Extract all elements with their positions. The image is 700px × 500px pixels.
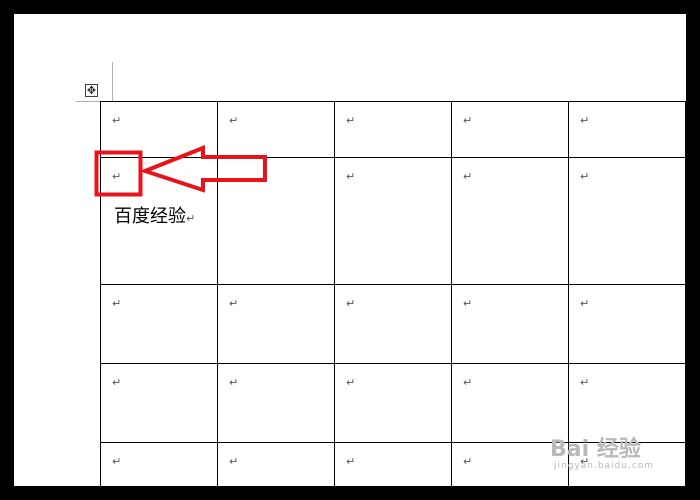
paragraph-mark-icon: ↵	[112, 114, 122, 127]
paragraph-mark-icon: ↵	[580, 297, 590, 310]
table-cell[interactable]: ↵	[451, 157, 569, 285]
screenshot-frame: ✥ ↵ ↵ ↵ ↵ ↵ ↵ 百度经验↵ ↵ ↵ ↵ ↵ ↵ ↵ ↵ ↵ ↵ ↵ …	[0, 0, 700, 500]
paragraph-mark-icon: ↵	[229, 114, 239, 127]
table-cell[interactable]: ↵	[568, 284, 686, 364]
document-table[interactable]: ↵ ↵ ↵ ↵ ↵ ↵ 百度经验↵ ↵ ↵ ↵ ↵ ↵ ↵ ↵ ↵ ↵ ↵ ↵ …	[100, 101, 686, 486]
table-cell[interactable]: ↵	[334, 442, 452, 486]
table-cell[interactable]: ↵	[334, 363, 452, 443]
paragraph-mark-icon: ↵	[346, 170, 356, 183]
table-cell[interactable]: ↵	[100, 442, 218, 486]
table-cell[interactable]: ↵	[100, 363, 218, 443]
paragraph-mark-icon: ↵	[112, 297, 122, 310]
paragraph-mark-icon: ↵	[112, 170, 122, 183]
table-cell[interactable]: ↵	[568, 101, 686, 158]
table-cell[interactable]: ↵	[568, 363, 686, 443]
table-cell[interactable]: ↵	[334, 101, 452, 158]
table-cell[interactable]	[217, 157, 335, 285]
paragraph-mark-icon: ↵	[580, 170, 590, 183]
watermark-brand: Bai 经验	[550, 437, 641, 462]
paragraph-mark-icon: ↵	[346, 455, 356, 468]
paragraph-mark-icon: ↵	[346, 376, 356, 389]
paragraph-mark-icon: ↵	[229, 455, 239, 468]
table-cell[interactable]: ↵	[334, 284, 452, 364]
table-cell[interactable]: ↵	[334, 157, 452, 285]
paragraph-mark-icon: ↵	[112, 376, 122, 389]
paragraph-mark-icon: ↵	[463, 455, 473, 468]
paragraph-mark-icon: ↵	[463, 376, 473, 389]
paragraph-mark-icon: ↵	[346, 114, 356, 127]
table-cell[interactable]: ↵	[217, 101, 335, 158]
paragraph-mark-icon: ↵	[112, 455, 122, 468]
paragraph-mark-icon: ↵	[229, 376, 239, 389]
paragraph-mark-icon: ↵	[463, 114, 473, 127]
document-page: ✥ ↵ ↵ ↵ ↵ ↵ ↵ 百度经验↵ ↵ ↵ ↵ ↵ ↵ ↵ ↵ ↵ ↵ ↵ …	[14, 14, 686, 486]
watermark-url: jingyan.baidu.com	[554, 461, 655, 471]
table-row: ↵ ↵ ↵ ↵ ↵	[100, 101, 686, 158]
table-cell[interactable]: ↵	[100, 101, 218, 158]
margin-guide-vertical	[112, 62, 113, 102]
paragraph-mark-icon: ↵	[580, 376, 590, 389]
table-cell[interactable]: ↵	[568, 157, 686, 285]
paragraph-mark-icon: ↵	[229, 297, 239, 310]
paragraph-mark-icon: ↵	[186, 212, 196, 225]
table-row: ↵ 百度经验↵ ↵ ↵ ↵	[100, 157, 686, 285]
table-cell[interactable]: ↵	[100, 284, 218, 364]
table-cell[interactable]: ↵	[451, 101, 569, 158]
table-cell-highlighted[interactable]: ↵ 百度经验↵	[100, 157, 218, 285]
table-cell[interactable]: ↵	[217, 442, 335, 486]
paragraph-mark-icon: ↵	[580, 114, 590, 127]
table-cell[interactable]: ↵	[217, 363, 335, 443]
paragraph-mark-icon: ↵	[346, 297, 356, 310]
paragraph-mark-icon: ↵	[463, 170, 473, 183]
table-move-handle-icon[interactable]: ✥	[85, 84, 98, 97]
table-row: ↵ ↵ ↵ ↵ ↵	[100, 363, 686, 443]
baidu-jingyan-watermark: Bai 经验 jingyan.baidu.com	[550, 437, 655, 472]
cell-text: 百度经验↵	[114, 202, 195, 228]
table-cell[interactable]: ↵	[451, 363, 569, 443]
table-row: ↵ ↵ ↵ ↵ ↵	[100, 284, 686, 364]
table-cell[interactable]: ↵	[451, 284, 569, 364]
paragraph-mark-icon: ↵	[463, 297, 473, 310]
table-cell[interactable]: ↵	[217, 284, 335, 364]
cell-text-content: 百度经验	[114, 206, 186, 227]
